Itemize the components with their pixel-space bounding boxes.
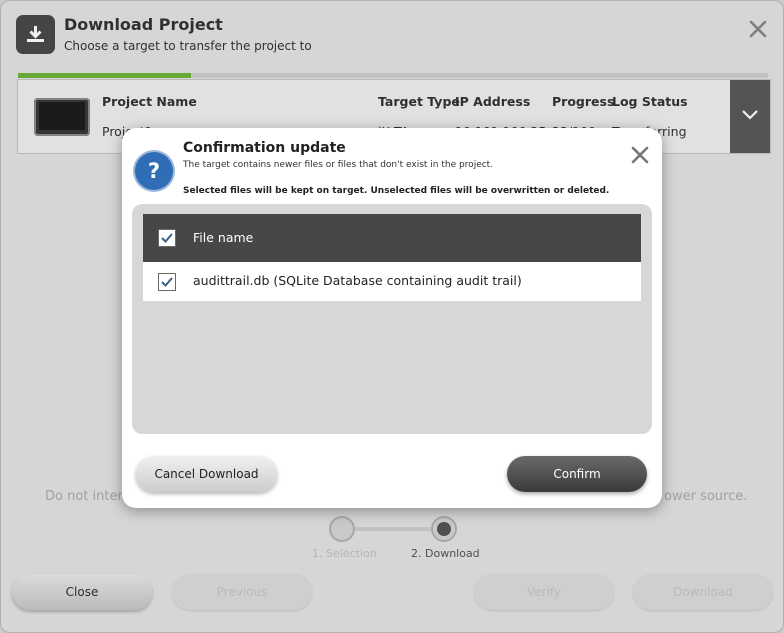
- select-all-checkbox[interactable]: [158, 229, 176, 247]
- question-icon: ?: [135, 152, 173, 190]
- dialog-message: The target contains newer files or files…: [183, 160, 494, 170]
- file-list: File name audittrail.db (SQLite Database…: [132, 204, 652, 434]
- file-name-column-header: File name: [193, 230, 254, 245]
- checkmark-icon: [161, 233, 173, 243]
- dialog-note: Selected files will be kept on target. U…: [183, 186, 610, 196]
- dialog-title: Confirmation update: [183, 140, 346, 156]
- cancel-download-button[interactable]: Cancel Download: [136, 456, 277, 492]
- file-row-name: audittrail.db (SQLite Database containin…: [193, 273, 522, 288]
- file-row[interactable]: audittrail.db (SQLite Database containin…: [143, 262, 641, 301]
- confirm-button[interactable]: Confirm: [507, 456, 647, 492]
- file-list-header: File name: [143, 214, 641, 262]
- confirmation-dialog: ? Confirmation update The target contain…: [122, 128, 662, 508]
- checkmark-icon: [161, 277, 173, 287]
- close-icon[interactable]: [630, 145, 650, 165]
- file-row-checkbox[interactable]: [158, 273, 176, 291]
